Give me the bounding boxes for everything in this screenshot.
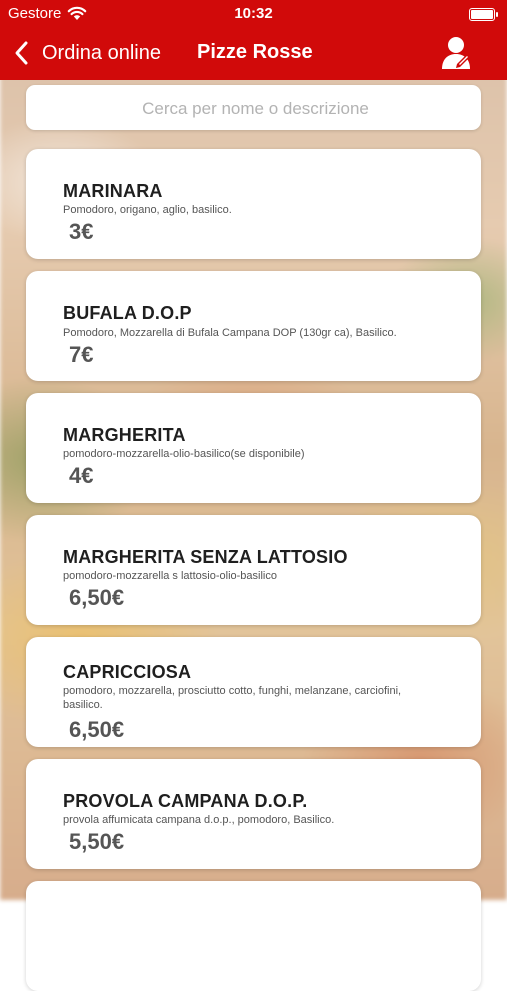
- menu-item-name: BUFALA D.O.P: [63, 303, 192, 323]
- menu-item-name: MARGHERITA SENZA LATTOSIO: [63, 547, 348, 567]
- back-button[interactable]: Ordina online: [12, 38, 161, 68]
- menu-item-description: pomodoro, mozzarella, prosciutto cotto, …: [63, 685, 402, 711]
- menu-item-description: pomodoro-mozzarella s lattosio-olio-basi…: [63, 570, 277, 582]
- menu-item-description: Pomodoro, origano, aglio, basilico.: [63, 204, 232, 216]
- menu-item-price: 6,50€: [69, 585, 125, 610]
- search-input[interactable]: [26, 85, 485, 132]
- status-bar: Gestore 10:32: [0, 0, 507, 28]
- chevron-left-icon: [15, 41, 28, 65]
- navigation-bar: Ordina online Pizze Rosse: [0, 28, 507, 80]
- clock: 10:32: [234, 5, 273, 22]
- menu-item-card[interactable]: MARGHERITA pomodoro-mozzarella-olio-basil…: [26, 393, 481, 503]
- page-title: Pizze Rosse: [197, 41, 313, 63]
- menu-item-name: MARGHERITA: [63, 425, 186, 445]
- menu-item-description: pomodoro-mozzarella-olio-basilico(se dis…: [63, 448, 305, 460]
- menu-item-price: 6,50€: [69, 717, 125, 742]
- menu-item-price: 4€: [69, 463, 94, 488]
- menu-item-name: CAPRICCIOSA: [63, 662, 192, 682]
- menu-item-card[interactable]: MARGHERITA SENZA LATTOSIO pomodoro-mozzar…: [26, 515, 481, 625]
- menu-item-name: PROVOLA CAMPANA D.O.P.: [63, 791, 308, 811]
- menu-item-price: 3€: [69, 219, 94, 244]
- battery-icon: [469, 8, 498, 21]
- menu-item-card[interactable]: MARINARA Pomodoro, origano, aglio, basili…: [26, 149, 481, 259]
- menu-item-price: 5,50€: [69, 829, 125, 854]
- search-bar: [26, 85, 485, 132]
- menu-item-price: 7€: [69, 342, 94, 367]
- user-account-icon[interactable]: [440, 35, 474, 71]
- menu-item-description: provola affumicata campana d.o.p., pomod…: [63, 814, 335, 826]
- back-button-label: Ordina online: [42, 41, 161, 64]
- menu-item-card[interactable]: PROVOLA CAMPANA D.O.P. provola affumicata…: [26, 759, 481, 869]
- menu-item-card[interactable]: BUFALA D.O.P Pomodoro, Mozzarella di Bufa…: [26, 271, 481, 381]
- menu-item-description: Pomodoro, Mozzarella di Bufala Campana D…: [63, 327, 397, 339]
- menu-item-card[interactable]: CAPRICCIOSA pomodoro, mozzarella, prosciu…: [26, 637, 481, 747]
- menu-item-name: MARINARA: [63, 181, 163, 201]
- menu-item-card[interactable]: [26, 881, 481, 991]
